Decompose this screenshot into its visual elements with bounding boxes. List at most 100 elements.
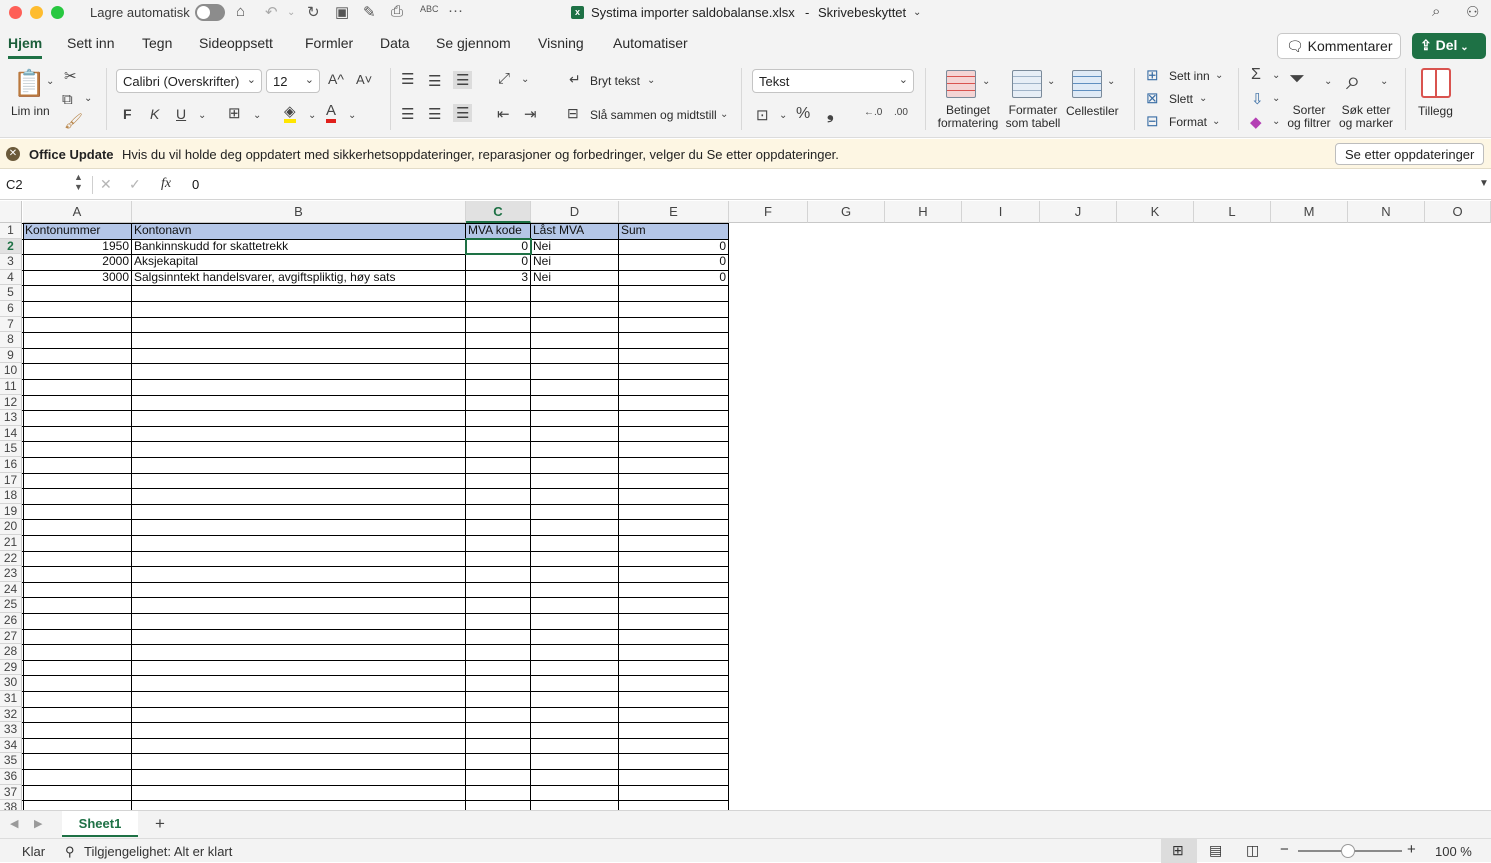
column-header-l[interactable]: L	[1194, 201, 1271, 223]
wrap-text-button[interactable]: Bryt tekst	[590, 74, 640, 88]
row-header-33[interactable]: 33	[0, 722, 22, 738]
zoom-slider-knob[interactable]	[1341, 844, 1355, 858]
chevron-down-icon[interactable]: ⌄	[1272, 70, 1280, 81]
format-cells-icon[interactable]: ⊟	[1146, 112, 1159, 130]
header-cell[interactable]: Kontonavn	[132, 223, 466, 239]
header-cell[interactable]: Sum	[619, 223, 729, 239]
delete-cells-button[interactable]: Slett	[1169, 92, 1193, 106]
expand-formula-icon[interactable]: ▼	[1479, 178, 1489, 189]
row-header-38[interactable]: 38	[0, 800, 22, 810]
align-left-icon[interactable]: ☰	[401, 105, 414, 123]
chevron-down-icon[interactable]: ⌄	[647, 75, 655, 86]
close-icon[interactable]: ✕	[6, 147, 20, 161]
normal-view-icon[interactable]: ⊞	[1172, 842, 1184, 859]
addins-icon[interactable]	[1421, 68, 1451, 98]
tab-automatiser[interactable]: Automatiser	[613, 35, 688, 51]
row-header-28[interactable]: 28	[0, 644, 22, 660]
zoom-out-icon[interactable]: −	[1280, 841, 1289, 858]
chevron-down-icon[interactable]: ⌄	[982, 76, 990, 87]
row-header-4[interactable]: 4	[0, 269, 22, 286]
row-header-11[interactable]: 11	[0, 379, 22, 395]
row-header-34[interactable]: 34	[0, 737, 22, 754]
row-header-20[interactable]: 20	[0, 519, 22, 535]
column-header-o[interactable]: O	[1425, 201, 1491, 223]
table-cell[interactable]: Aksjekapital	[132, 254, 465, 270]
row-header-1[interactable]: 1	[0, 223, 22, 239]
format-as-table-button[interactable]: Formater som tabell	[998, 104, 1068, 130]
save-as-icon[interactable]: ✎	[363, 3, 376, 21]
row-header-18[interactable]: 18	[0, 488, 22, 504]
borders-icon[interactable]: ⊞	[228, 104, 241, 122]
table-cell[interactable]: 0	[619, 254, 728, 270]
row-header-24[interactable]: 24	[0, 581, 22, 598]
print-icon[interactable]: ⎙	[391, 3, 403, 20]
tab-se-gjennom[interactable]: Se gjennom	[436, 35, 511, 51]
column-header-b[interactable]: B	[132, 201, 466, 223]
sheet-tab-sheet1[interactable]: Sheet1	[62, 811, 138, 837]
align-bottom-icon[interactable]: ☰	[453, 71, 473, 89]
zoom-in-icon[interactable]: +	[1407, 841, 1416, 858]
row-header-10[interactable]: 10	[0, 363, 22, 379]
row-header-30[interactable]: 30	[0, 675, 22, 691]
chevron-down-icon[interactable]: ⌄	[1199, 93, 1207, 104]
table-cell[interactable]: 3000	[23, 270, 131, 286]
row-header-15[interactable]: 15	[0, 441, 22, 457]
autosum-icon[interactable]: Σ	[1251, 66, 1261, 84]
chevron-down-icon[interactable]: ⌄	[1324, 76, 1332, 87]
cell-styles-button[interactable]: Cellestiler	[1066, 104, 1119, 118]
close-window-button[interactable]	[9, 6, 22, 19]
row-header-17[interactable]: 17	[0, 472, 22, 489]
zoom-level[interactable]: 100 %	[1435, 844, 1472, 859]
read-only-status[interactable]: Skrivebeskyttet	[818, 5, 906, 20]
chevron-down-icon[interactable]: ⌄	[1212, 116, 1220, 127]
table-cell[interactable]: 0	[619, 270, 728, 286]
sort-filter-icon[interactable]: ⏷	[1289, 68, 1305, 91]
format-painter-icon[interactable]: 🖌	[64, 112, 83, 130]
row-header-9[interactable]: 9	[0, 347, 22, 364]
chevron-down-icon[interactable]: ⌄	[1047, 76, 1055, 87]
column-header-k[interactable]: K	[1117, 201, 1194, 223]
table-cell[interactable]: Bankinnskudd for skattetrekk	[132, 239, 465, 255]
chevron-down-icon[interactable]: ⌄	[521, 74, 529, 85]
accessibility-status[interactable]: Tilgjengelighet: Alt er klart	[84, 844, 232, 859]
row-header-37[interactable]: 37	[0, 784, 22, 801]
chevron-down-icon[interactable]: ⌄	[1272, 116, 1280, 127]
find-select-icon[interactable]: ⌕	[1346, 65, 1361, 97]
active-cell-selection[interactable]	[465, 237, 532, 256]
accounting-format-icon[interactable]: ⊡	[756, 106, 769, 124]
merge-center-icon[interactable]: ⊟	[567, 105, 579, 122]
enter-icon[interactable]: ✓	[129, 176, 141, 193]
row-header-25[interactable]: 25	[0, 597, 22, 613]
column-header-g[interactable]: G	[808, 201, 885, 223]
column-header-j[interactable]: J	[1040, 201, 1117, 223]
sort-filter-button[interactable]: Sorter og filtrer	[1281, 104, 1337, 130]
row-header-26[interactable]: 26	[0, 613, 22, 629]
chevron-down-icon[interactable]: ⌄	[1215, 70, 1223, 81]
align-right-icon[interactable]: ☰	[453, 104, 473, 122]
page-layout-view-icon[interactable]: ▤	[1209, 842, 1222, 859]
row-header-29[interactable]: 29	[0, 659, 22, 676]
chevron-down-icon[interactable]: ⌄	[308, 110, 316, 121]
tab-data[interactable]: Data	[380, 35, 410, 51]
column-header-e[interactable]: E	[619, 201, 729, 223]
account-icon[interactable]: ⚇	[1466, 3, 1479, 21]
minimize-window-button[interactable]	[30, 6, 43, 19]
copy-icon[interactable]: ⧉	[62, 91, 73, 108]
shrink-font-icon[interactable]: A˅	[356, 72, 372, 87]
accessibility-icon[interactable]: ⚲	[65, 844, 75, 860]
number-format-select[interactable]: Tekst ⌄	[752, 69, 914, 93]
column-header-c[interactable]: C	[466, 201, 531, 223]
spelling-icon[interactable]: ABC	[420, 4, 439, 14]
column-header-i[interactable]: I	[962, 201, 1040, 223]
row-header-27[interactable]: 27	[0, 628, 22, 645]
row-header-21[interactable]: 21	[0, 535, 22, 551]
table-cell[interactable]: 2000	[23, 254, 131, 270]
row-header-8[interactable]: 8	[0, 332, 22, 348]
column-header-a[interactable]: A	[23, 201, 132, 223]
decrease-indent-icon[interactable]: ⇤	[497, 105, 510, 123]
autosave-toggle[interactable]	[195, 4, 225, 21]
chevron-down-icon[interactable]: ⌄	[720, 109, 728, 120]
clear-icon[interactable]: ◆	[1250, 113, 1262, 131]
row-header-7[interactable]: 7	[0, 316, 22, 333]
align-middle-icon[interactable]: ☰	[428, 72, 441, 90]
